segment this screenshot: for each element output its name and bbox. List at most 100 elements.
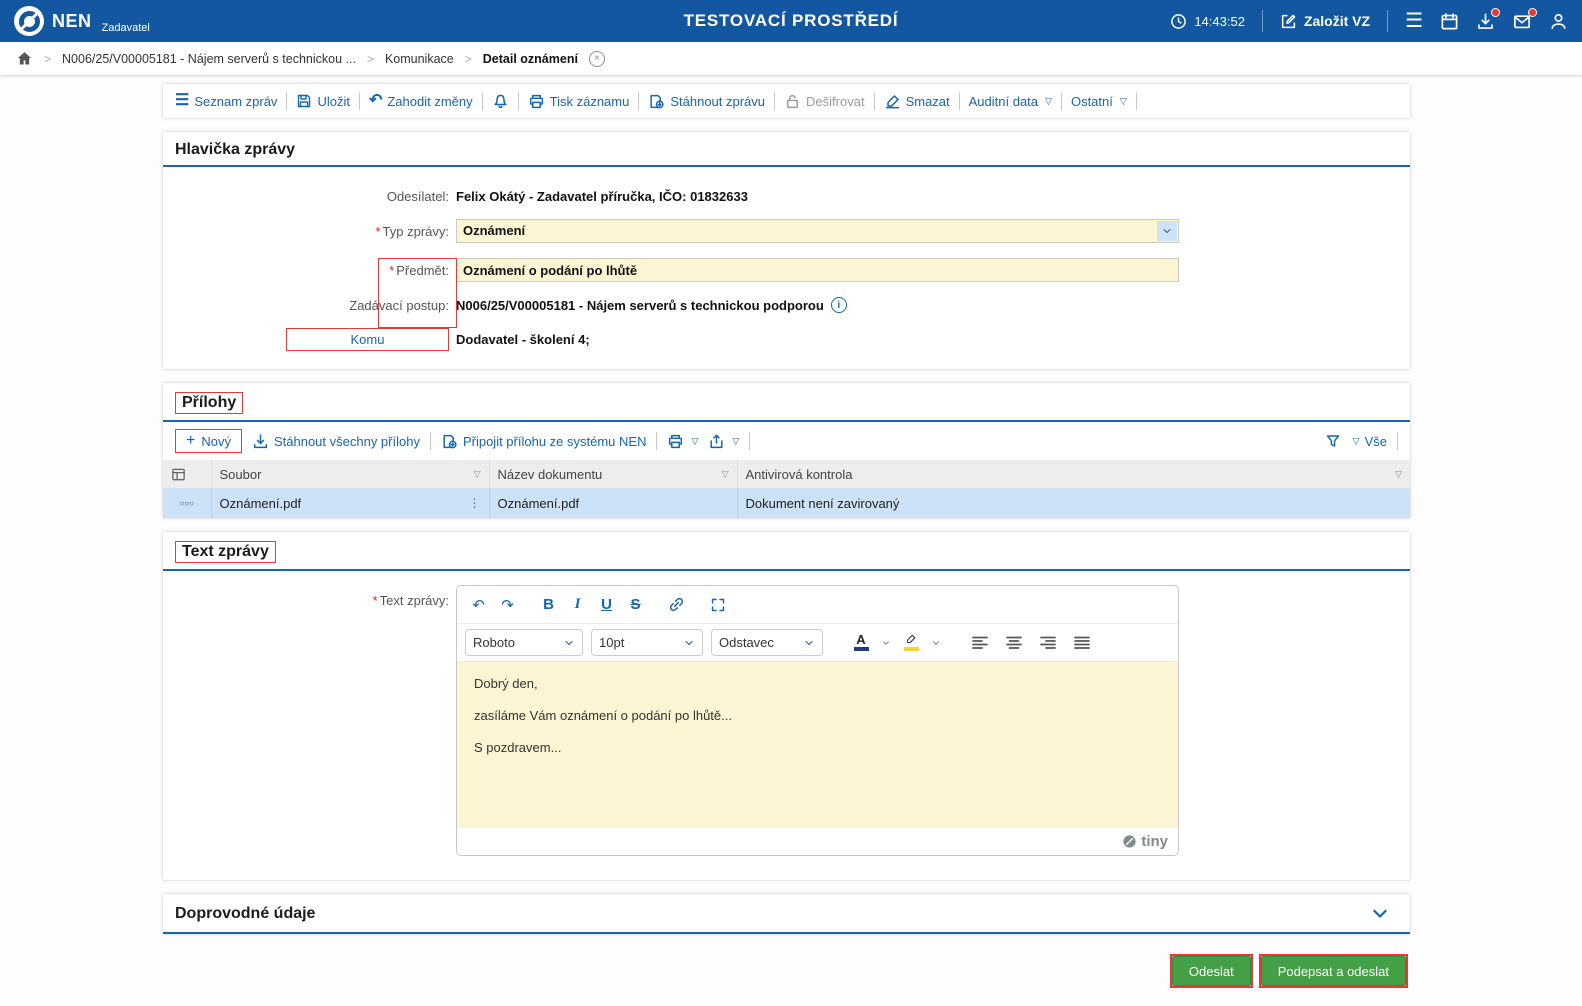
print-record-button[interactable]: Tisk záznamu — [528, 93, 629, 110]
info-icon[interactable]: i — [830, 297, 847, 313]
filter-all-dropdown[interactable]: ▽ Vše — [1351, 434, 1387, 449]
italic-button[interactable]: I — [564, 592, 591, 617]
divider — [1397, 432, 1398, 450]
filter-icon[interactable] — [1325, 433, 1341, 449]
file-attach-icon — [443, 434, 457, 448]
highlight-color-button[interactable] — [899, 630, 923, 655]
align-right-button[interactable] — [1035, 630, 1061, 655]
message-type-select[interactable]: Oznámení — [456, 219, 1179, 243]
tiny-logo-icon — [1123, 835, 1136, 848]
attach-from-nen-button[interactable]: Připojit přílohu ze systému NEN — [441, 433, 646, 450]
column-filter-icon[interactable]: ▽ — [722, 469, 729, 480]
divider — [358, 92, 360, 110]
undo-button[interactable]: ↶ — [465, 592, 492, 617]
recipient-button[interactable]: Komu — [286, 328, 449, 351]
redo-button[interactable]: ↷ — [494, 592, 521, 617]
message-text-section: Text zprávy * Text zprávy: ↶ ↷ B I U S R… — [163, 532, 1410, 880]
row-options-icon[interactable]: ⋮ — [469, 496, 481, 510]
calendar-icon — [1441, 12, 1458, 29]
row-handle-icon[interactable]: ○○○ — [163, 488, 212, 518]
editor-footer: tiny — [457, 828, 1178, 855]
subject-input[interactable] — [456, 258, 1179, 282]
chevron-down-icon[interactable] — [931, 638, 941, 648]
paragraph-format-select[interactable]: Odstavec — [711, 629, 823, 656]
message-list-button[interactable]: ☰ Seznam zpráv — [175, 93, 277, 109]
font-size-select[interactable]: 10pt — [591, 629, 703, 656]
sign-and-send-button[interactable]: Podepsat a odeslat — [1260, 956, 1406, 986]
column-row-selector[interactable] — [163, 460, 212, 488]
message-line: Dobrý den, — [474, 676, 538, 691]
cell-soubor[interactable]: Oznámení.pdf ⋮ — [211, 488, 490, 518]
expand-chevron-icon[interactable] — [1370, 904, 1390, 924]
column-antivir[interactable]: Antivirová kontrola ▽ — [737, 460, 1410, 488]
divider — [1387, 10, 1389, 32]
fullscreen-button[interactable] — [704, 592, 731, 617]
messages-button[interactable] — [1512, 7, 1537, 31]
notification-button[interactable] — [492, 93, 509, 110]
menu-icon[interactable]: ☰ — [1405, 11, 1423, 31]
underline-button[interactable]: U — [593, 592, 620, 617]
download-message-button[interactable]: Stáhnout zprávu — [648, 93, 765, 110]
delete-button[interactable]: Smazat — [884, 93, 950, 110]
section-header[interactable]: Doprovodné údaje — [163, 894, 1410, 934]
align-center-button[interactable] — [1001, 630, 1027, 655]
text-color-button[interactable]: A — [849, 630, 873, 655]
strikethrough-button[interactable]: S — [622, 592, 649, 617]
align-right-icon — [1040, 636, 1056, 649]
new-attachment-button[interactable]: + Nový — [175, 429, 242, 453]
save-icon — [298, 94, 311, 108]
column-nazev[interactable]: Název dokumentu ▽ — [489, 460, 738, 488]
align-justify-button[interactable] — [1069, 630, 1095, 655]
tiny-logo-text: tiny — [1141, 833, 1168, 850]
download-all-attachments-button[interactable]: Stáhnout všechny přílohy — [252, 433, 420, 450]
breadcrumb-item-komunikace[interactable]: Komunikace — [385, 52, 454, 66]
bold-button[interactable]: B — [535, 592, 562, 617]
align-left-button[interactable] — [967, 630, 993, 655]
cell-nazev[interactable]: Oznámení.pdf — [489, 488, 738, 518]
close-tab-icon[interactable]: × — [588, 50, 605, 67]
sender-value: Felix Okátý - Zadavatel příručka, IČO: 0… — [456, 189, 748, 204]
attachments-table-header: Soubor ▽ Název dokumentu ▽ Antivirová kont… — [163, 460, 1410, 488]
send-button[interactable]: Odeslat — [1171, 956, 1251, 986]
editor-toolbar-row1: ↶ ↷ B I U S — [457, 586, 1178, 624]
other-dropdown[interactable]: Ostatní ▽ — [1071, 94, 1127, 109]
brand[interactable]: NEN Zadavatel — [14, 6, 150, 36]
divider — [774, 92, 776, 110]
section-header: Text zprávy — [163, 532, 1410, 571]
annotation-box-odeslat: Odeslat — [1169, 954, 1253, 988]
column-soubor[interactable]: Soubor ▽ — [211, 460, 490, 488]
breadcrumb-item-procedure[interactable]: N006/25/V00005181 - Nájem serverů s tech… — [62, 52, 356, 66]
divider — [873, 92, 875, 110]
home-icon[interactable] — [16, 50, 33, 67]
download-badge — [1491, 7, 1500, 17]
select-chevron-icon[interactable] — [1157, 221, 1177, 241]
column-filter-icon[interactable]: ▽ — [474, 469, 481, 480]
create-vz-button[interactable]: Založit VZ — [1280, 13, 1370, 30]
cell-antivir: Dokument není zavirovaný — [737, 488, 1410, 518]
column-filter-icon[interactable]: ▽ — [1395, 469, 1402, 480]
profile-button[interactable] — [1549, 12, 1568, 31]
audit-data-dropdown[interactable]: Auditní data ▽ — [969, 94, 1052, 109]
chevron-down-icon: ▽ — [691, 435, 699, 446]
editor-content-area[interactable]: Dobrý den, zasíláme Vám oznámení o podán… — [457, 662, 1178, 828]
undo-icon: ↶ — [368, 92, 383, 109]
chevron-down-icon[interactable] — [881, 638, 891, 648]
discard-changes-button[interactable]: ↶ Zahodit změny — [369, 93, 473, 109]
printer-icon — [669, 434, 683, 448]
additional-data-section: Doprovodné údaje — [163, 894, 1410, 934]
current-time: 14:43:52 — [1194, 13, 1245, 29]
attachment-row[interactable]: ○○○ Oznámení.pdf ⋮ Oznámení.pdf Dokument … — [163, 488, 1410, 518]
top-bar: NEN Zadavatel TESTOVACÍ PROSTŘEDÍ 14:43:… — [0, 0, 1582, 42]
chevron-down-icon: ▽ — [1045, 95, 1052, 106]
divider — [1261, 10, 1263, 32]
downloads-button[interactable] — [1476, 7, 1500, 31]
divider — [517, 92, 519, 110]
text-color-swatch — [853, 647, 869, 651]
export-attachments-dropdown[interactable]: ▽ — [708, 433, 739, 450]
font-family-select[interactable]: Roboto — [465, 629, 583, 656]
calendar-button[interactable] — [1440, 12, 1459, 31]
delete-label: Smazat — [905, 93, 950, 109]
save-button[interactable]: Uložit — [296, 93, 350, 109]
print-attachments-dropdown[interactable]: ▽ — [667, 433, 698, 450]
link-button[interactable] — [663, 592, 690, 617]
